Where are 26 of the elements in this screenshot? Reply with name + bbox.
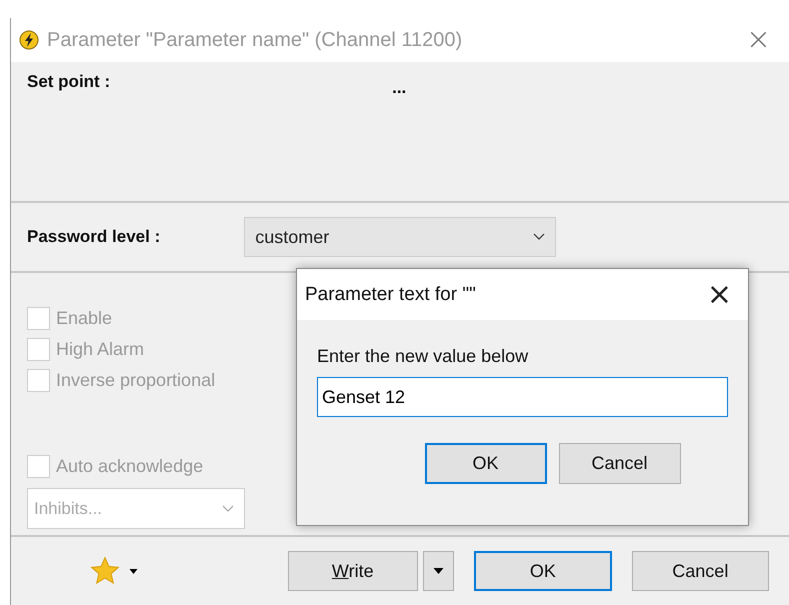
checkbox-label: Enable <box>56 308 112 329</box>
caret-icon[interactable] <box>129 568 138 574</box>
input-field[interactable]: Genset 12 <box>317 377 728 417</box>
ok-button[interactable]: OK <box>474 551 612 591</box>
chevron-down-icon <box>222 504 234 512</box>
write-button[interactable]: Write <box>288 551 418 591</box>
prompt-text: Enter the new value below <box>317 346 530 367</box>
checkbox-label: Auto acknowledge <box>56 456 204 477</box>
password-level-label: Password level : <box>27 227 160 247</box>
cancel-button[interactable]: Cancel <box>558 443 680 484</box>
close-button[interactable]: × <box>740 25 777 55</box>
caret-icon <box>432 568 444 574</box>
chevron-down-icon <box>533 233 546 241</box>
checkbox-label: Inverse proportional <box>56 370 216 391</box>
close-button[interactable]: × <box>700 280 738 310</box>
cancel-button[interactable]: Cancel <box>632 551 769 591</box>
star-icon[interactable] <box>89 555 121 587</box>
dropdown-button[interactable] <box>422 551 454 591</box>
window-title: Parameter "Parameter name" (Channel 11200) <box>47 28 464 52</box>
ok-button[interactable]: OK <box>424 443 546 484</box>
dialog-title: Parameter text for "" <box>305 284 476 306</box>
checkbox-label: High Alarm <box>56 339 144 360</box>
lightning-bolt-icon <box>19 30 39 50</box>
set-point-label: Set point : <box>27 72 110 92</box>
set-point-value: ... <box>392 78 406 98</box>
password-level-dropdown[interactable]: customer <box>244 217 556 257</box>
